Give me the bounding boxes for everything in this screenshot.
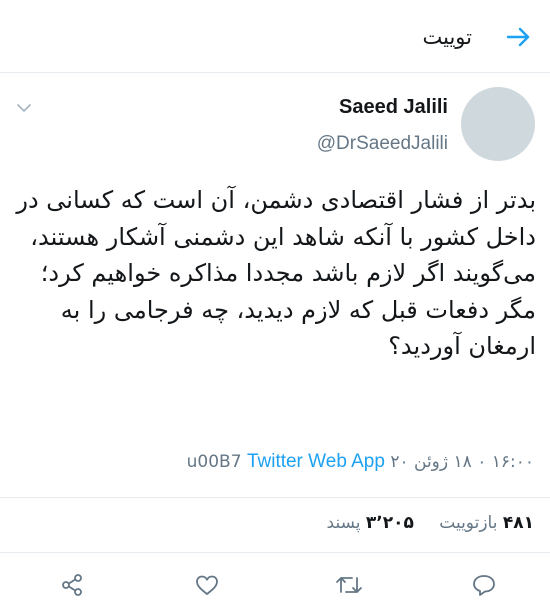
tweet-stats: ۴۸۱ بازتوییت ۳٬۲۰۵ پسند [307,510,534,536]
tweet-meta: ۱۶:۰۰ ۰ ۱۸ ژوئن ۲۰ u00B7 Twitter Web App [187,448,534,476]
retweets-stat[interactable]: ۴۸۱ بازتوییت [434,513,534,533]
author-handle[interactable]: @DrSaeedJalili [317,131,448,157]
divider [0,552,550,553]
retweet-button[interactable] [334,570,364,600]
reply-icon [473,575,495,596]
tweet-source-link[interactable]: Twitter Web App [247,451,385,472]
share-icon [62,574,82,596]
likes-label: پسند [326,513,361,533]
back-button[interactable] [502,20,536,54]
retweets-label: بازتوییت [439,513,498,533]
likes-stat[interactable]: ۳٬۲۰۵ پسند [327,513,414,533]
author-name[interactable]: Saeed Jalili [339,94,448,120]
retweets-count: ۴۸۱ [502,513,534,533]
tweet-text: بدتر از فشار اقتصادی دشمن، آن است که کسا… [16,186,536,360]
chevron-down-icon [17,104,31,112]
share-button[interactable] [57,570,87,600]
arrow-right-icon [506,27,530,47]
reply-button[interactable] [469,570,499,600]
heart-icon [196,575,218,595]
retweet-icon [336,577,362,593]
avatar[interactable] [461,87,535,161]
page-title: توییت [422,25,473,49]
divider [0,497,550,498]
tweet-menu-caret[interactable] [14,100,34,114]
like-button[interactable] [192,570,222,600]
likes-count: ۳٬۲۰۵ [365,513,414,533]
top-bar: توییت [0,0,550,73]
